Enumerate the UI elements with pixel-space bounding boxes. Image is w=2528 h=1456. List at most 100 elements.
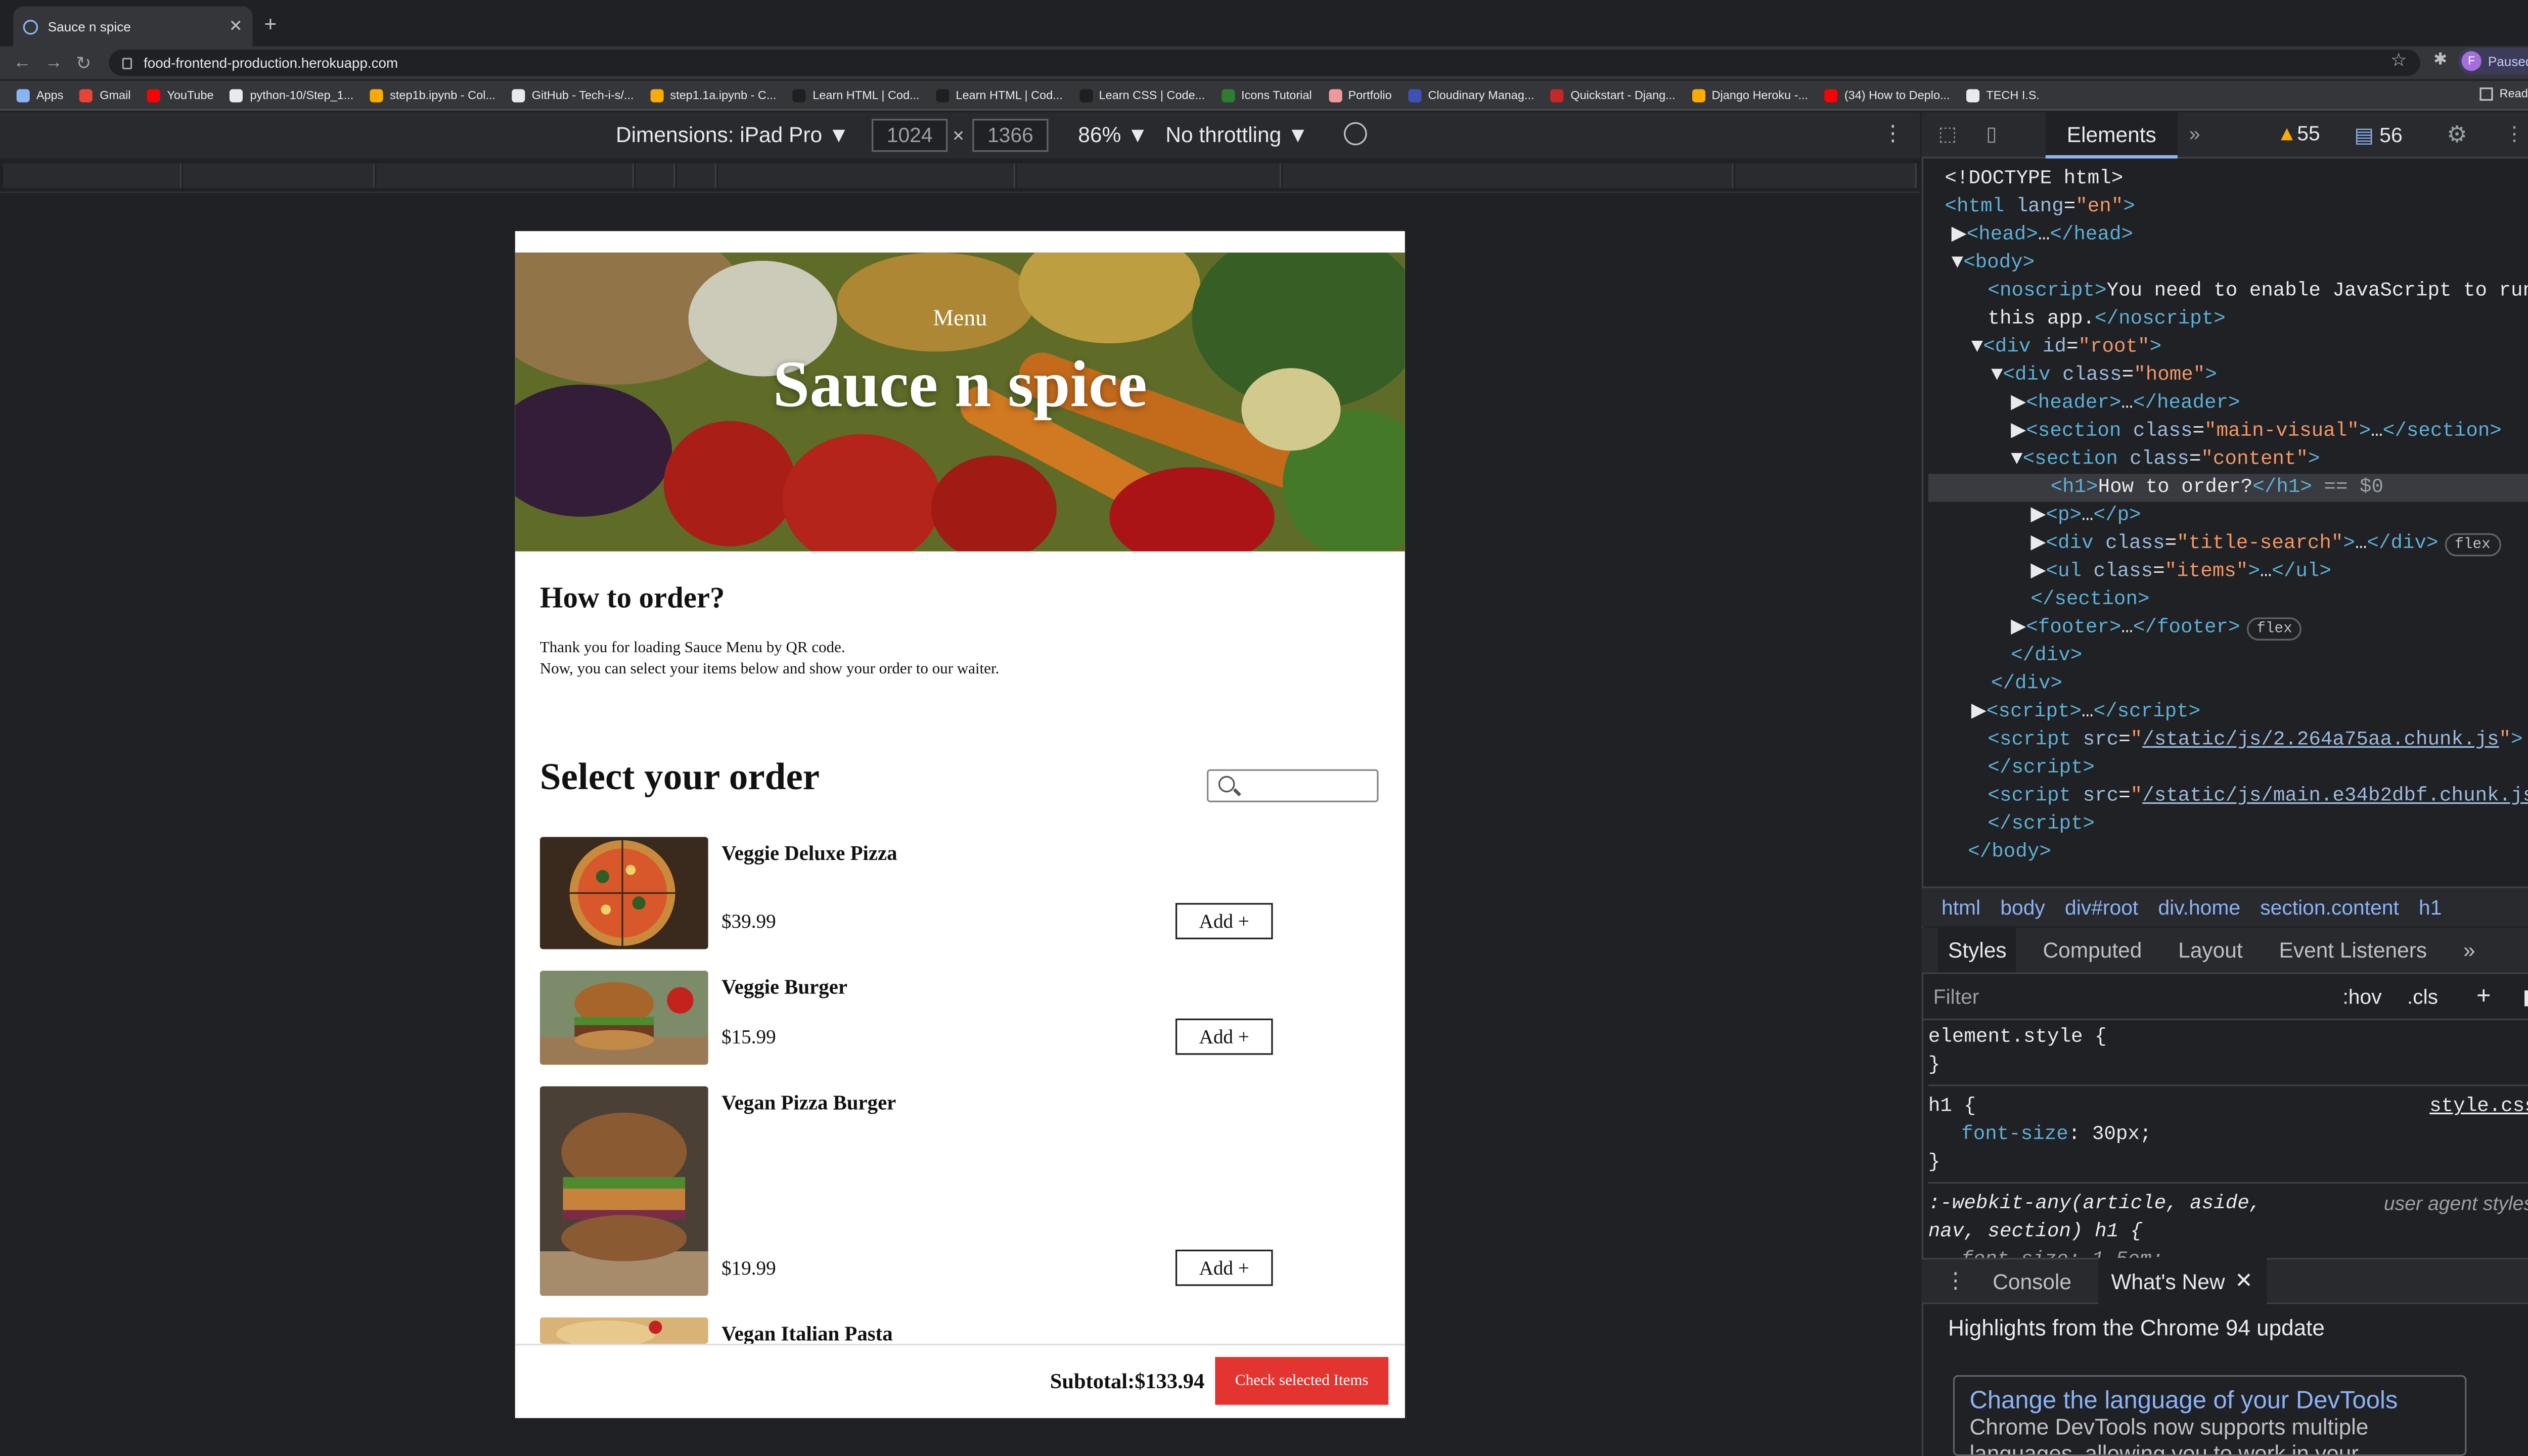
dom-line[interactable]: ▶<header>…</header> [1928, 390, 2528, 418]
style-rule[interactable]: h1 {style.css:13 [1928, 1084, 2528, 1121]
gear-icon[interactable]: ⚙ [2447, 120, 2467, 149]
inspect-element-icon[interactable]: ⬚ [1938, 122, 1957, 146]
close-icon[interactable]: ✕ [2235, 1268, 2253, 1294]
media-query-segment[interactable] [718, 163, 1016, 189]
dom-line-selected[interactable]: <h1>How to order?</h1> == $0 [1928, 474, 2528, 502]
add-button[interactable]: Add + [1175, 1018, 1273, 1055]
dom-line[interactable]: ▼<body> [1928, 249, 2528, 278]
bookmark-star-icon[interactable]: ☆ [2390, 50, 2407, 71]
media-query-segment[interactable] [1735, 163, 1917, 189]
dom-line[interactable]: </div> [1928, 642, 2528, 670]
dom-line[interactable]: ▶<ul class="items">…</ul> [1928, 558, 2528, 586]
bookmark-item[interactable]: Learn CSS | Code... [1079, 87, 1205, 102]
back-icon[interactable]: ← [13, 53, 31, 72]
device-toggle-icon[interactable]: ▯ [1986, 122, 1997, 146]
warnings-badge[interactable]: ▲55 [2277, 122, 2320, 146]
bookmark-item[interactable]: Learn HTML | Cod... [793, 87, 920, 102]
more-tabs-icon[interactable]: » [2189, 122, 2200, 146]
device-menu-icon[interactable]: ⋮ [1882, 120, 1903, 147]
hov-toggle[interactable]: :hov [2342, 985, 2381, 1009]
dom-line[interactable]: ▶<div class="title-search">…</div> flex [1928, 530, 2528, 558]
dom-line[interactable]: ▶<head>…</head> [1928, 221, 2528, 250]
bookmark-item[interactable]: GitHub - Tech-i-s/... [512, 87, 634, 102]
bookmark-item[interactable]: Icons Tutorial [1221, 87, 1312, 102]
rotate-icon[interactable] [1343, 122, 1367, 146]
dimensions-select[interactable]: Dimensions: iPad Pro ▼ [616, 122, 849, 147]
dom-line[interactable]: ▶<script>…</script> [1928, 698, 2528, 726]
dom-line[interactable]: ▶<footer>…</footer> flex [1928, 614, 2528, 643]
media-query-segment[interactable] [183, 163, 375, 189]
dom-line[interactable]: ▶<section class="main-visual">…</section… [1928, 418, 2528, 446]
cls-toggle[interactable]: .cls [2407, 985, 2438, 1009]
breadcrumb-item[interactable]: html [1942, 895, 1980, 919]
dom-line[interactable]: ▼<div class="home"> [1928, 361, 2528, 390]
toggle-sidebar-icon[interactable]: ◧ [2522, 984, 2528, 1009]
devtools-menu-icon[interactable]: ⋮ [2504, 122, 2524, 146]
style-rule[interactable]: :-webkit-any(article, aside, user agent s… [1928, 1181, 2528, 1218]
bookmark-item[interactable]: Quickstart - Djang... [1551, 87, 1676, 102]
bookmark-item[interactable]: YouTube [147, 87, 214, 102]
media-query-segment[interactable] [1017, 163, 1281, 189]
subtab-event-listeners[interactable]: Event Listeners [2269, 928, 2437, 972]
media-query-segment[interactable] [3, 163, 182, 189]
add-button[interactable]: Add + [1175, 903, 1273, 939]
bookmark-item[interactable]: python-10/Step_1... [230, 87, 353, 102]
dom-line[interactable]: </script> [1928, 754, 2528, 783]
new-tab-icon[interactable]: + [264, 12, 277, 36]
address-bar[interactable]: food-frontend-production.herokuapp.com [109, 49, 2420, 76]
drawer-menu-icon[interactable]: ⋮ [1945, 1268, 1966, 1294]
card-title[interactable]: Change the language of your DevTools [1970, 1387, 2450, 1415]
style-declaration[interactable]: font-size: 30px; [1928, 1121, 2528, 1149]
bookmark-item[interactable]: Learn HTML | Cod... [936, 87, 1063, 102]
search-input[interactable] [1206, 769, 1379, 802]
media-query-segment[interactable] [636, 163, 675, 189]
breadcrumb-item[interactable]: section.content [2260, 895, 2399, 919]
bookmark-item[interactable]: Portfolio [1328, 87, 1392, 102]
height-input[interactable]: 1366 [972, 119, 1049, 152]
dom-line[interactable]: <!DOCTYPE html> [1928, 165, 2528, 194]
bookmark-item[interactable]: TECH I.S. [1966, 87, 2040, 102]
bookmark-item[interactable]: (34) How to Deplo... [1824, 87, 1950, 102]
add-rule-icon[interactable]: + [2476, 982, 2491, 1011]
tab-elements[interactable]: Elements [2045, 112, 2178, 159]
bookmark-item[interactable]: step1b.ipynb - Col... [370, 87, 495, 102]
add-button[interactable]: Add + [1175, 1249, 1273, 1286]
zoom-select[interactable]: 86% ▼ [1078, 122, 1148, 147]
dom-line[interactable]: </div> [1928, 670, 2528, 699]
dom-line[interactable]: </body> [1928, 839, 2528, 867]
dom-line[interactable]: <script src="/static/js/main.e34b2dbf.ch… [1928, 783, 2528, 811]
breadcrumb-item[interactable]: div.home [2158, 895, 2240, 919]
breadcrumb-item[interactable]: h1 [2419, 895, 2442, 919]
dom-tree[interactable]: <!DOCTYPE html> <html lang="en"> ▶<head>… [1928, 165, 2528, 867]
more-subtabs-icon[interactable]: » [2453, 928, 2485, 972]
bookmark-item[interactable]: step1.1a.ipynb - C... [650, 87, 776, 102]
bookmark-item[interactable]: Gmail [80, 87, 131, 102]
close-tab-icon[interactable]: ✕ [229, 17, 243, 35]
extensions-icon[interactable]: ✱ [2433, 51, 2447, 69]
styles-pane[interactable]: element.style { } h1 {style.css:13 font-… [1928, 1023, 2528, 1274]
breadcrumb-item[interactable]: div#root [2065, 895, 2138, 919]
throttling-select[interactable]: No throttling ▼ [1165, 122, 1308, 147]
browser-tab[interactable]: Sauce n spice ✕ [13, 7, 253, 47]
check-selected-items-button[interactable]: Check selected Items [1215, 1357, 1389, 1405]
tab-whats-new[interactable]: What's New ✕ [2098, 1258, 2266, 1304]
styles-filter-input[interactable]: Filter [1933, 985, 1979, 1009]
dom-line[interactable]: ▼<section class="content"> [1928, 446, 2528, 474]
dom-line[interactable]: </section> [1928, 586, 2528, 614]
messages-badge[interactable]: ▤ 56 [2354, 122, 2402, 147]
media-query-segment[interactable] [1283, 163, 1734, 189]
bookmark-item[interactable]: Django Heroku -... [1692, 87, 1808, 102]
style-rule[interactable]: element.style { [1928, 1023, 2528, 1052]
forward-icon[interactable]: → [44, 53, 63, 72]
width-input[interactable]: 1024 [872, 119, 948, 152]
profile-button[interactable]: F Paused [2458, 48, 2528, 74]
bookmark-item[interactable]: Apps [16, 87, 63, 102]
dom-line[interactable]: <html lang="en"> [1928, 193, 2528, 221]
reading-list-button[interactable]: Reading List [2479, 86, 2528, 101]
swap-dimensions-icon[interactable]: × [953, 124, 964, 147]
dom-line[interactable]: <script src="/static/js/2.264a75aa.chunk… [1928, 726, 2528, 755]
dom-line[interactable]: <noscript>You need to enable JavaScript … [1928, 278, 2528, 334]
subtab-layout[interactable]: Layout [2169, 928, 2253, 972]
subtab-computed[interactable]: Computed [2033, 928, 2152, 972]
whats-new-card[interactable]: Change the language of your DevTools Chr… [1953, 1375, 2467, 1456]
